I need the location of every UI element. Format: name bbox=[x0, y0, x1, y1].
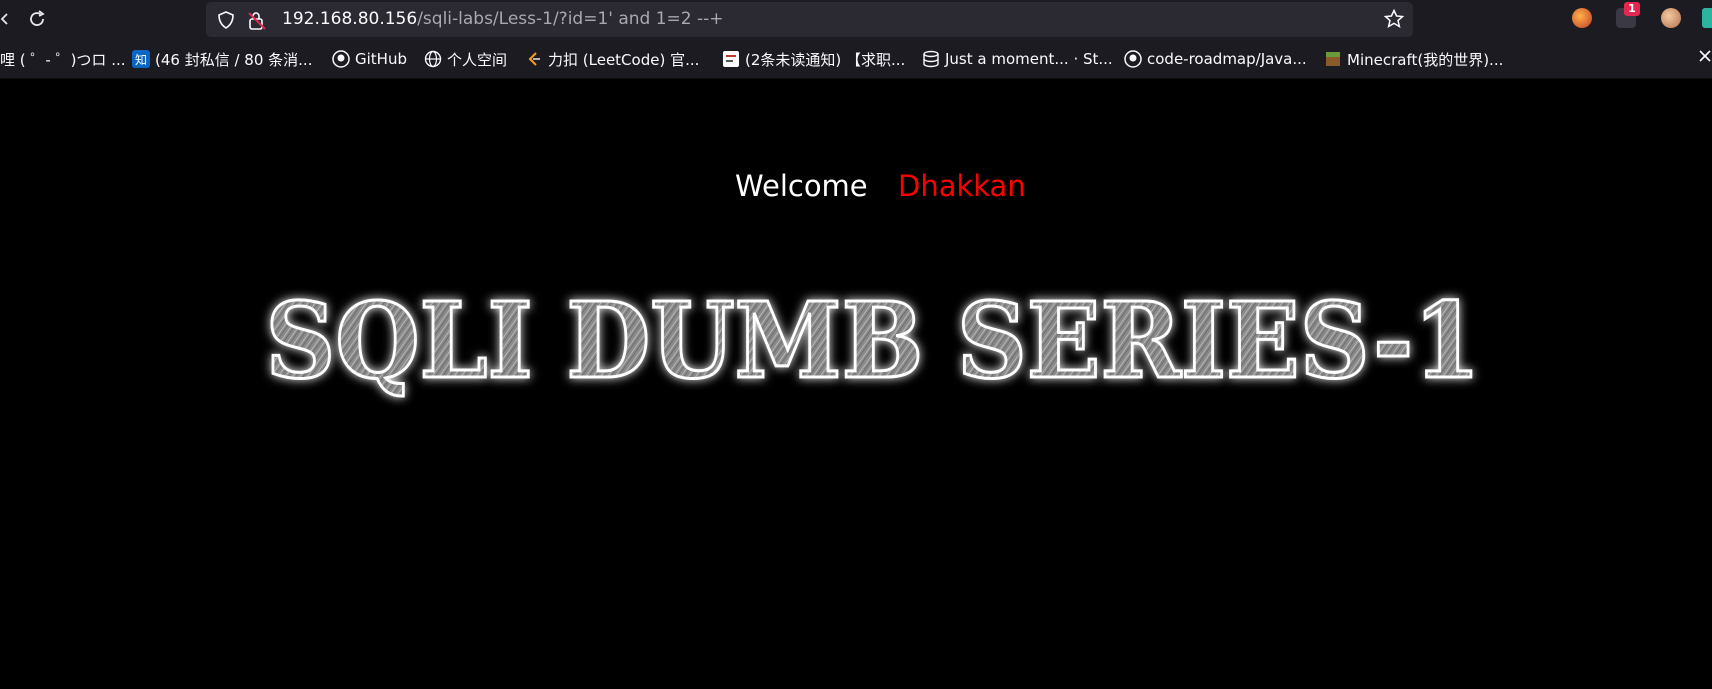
welcome-label: Welcome bbox=[735, 169, 868, 203]
back-icon[interactable] bbox=[0, 6, 18, 32]
bookmark-item-zhihu[interactable]: 知 (46 封私信 / 80 条消... bbox=[132, 48, 312, 70]
bookmark-label: 个人空间 bbox=[447, 50, 508, 69]
leetcode-icon bbox=[525, 50, 543, 68]
tracking-shield-icon[interactable] bbox=[216, 10, 236, 30]
extension-badge: 1 bbox=[1624, 2, 1640, 16]
extension-icon-3[interactable] bbox=[1702, 8, 1712, 28]
bookmark-label: Minecraft(我的世界)... bbox=[1347, 50, 1504, 69]
minecraft-icon bbox=[1324, 50, 1342, 68]
bookmark-item-bilibili[interactable]: 哩 ( ゜- ゜)つロ ... bbox=[0, 48, 126, 70]
note-icon bbox=[722, 50, 740, 68]
bookmark-label: (2条未读通知) 【求职... bbox=[745, 50, 906, 69]
bookmark-label: 哩 ( ゜- ゜)つロ ... bbox=[0, 50, 126, 69]
page-content: Welcome Dhakkan SQLI DUMB SERIES-1 bbox=[0, 79, 1712, 689]
reload-icon[interactable] bbox=[24, 6, 50, 32]
bookmark-item-github[interactable]: GitHub bbox=[332, 48, 407, 70]
bookmark-item-minecraft[interactable]: Minecraft(我的世界)... bbox=[1324, 48, 1503, 70]
zhihu-icon: 知 bbox=[132, 50, 150, 68]
insecure-lock-icon[interactable] bbox=[246, 10, 266, 30]
bookmark-star-icon[interactable] bbox=[1383, 8, 1405, 30]
bookmark-item-personal-space[interactable]: 个人空间 bbox=[424, 48, 507, 70]
bookmark-item-notifications[interactable]: (2条未读通知) 【求职... bbox=[722, 48, 905, 70]
bookmark-label: (46 封私信 / 80 条消... bbox=[155, 50, 313, 69]
svg-text:知: 知 bbox=[135, 53, 147, 67]
bookmarks-overflow-icon[interactable] bbox=[1698, 46, 1712, 70]
url-text[interactable]: 192.168.80.156/sqli-labs/Less-1/?id=1' a… bbox=[282, 8, 724, 30]
bookmark-item-code-roadmap[interactable]: code-roadmap/Java... bbox=[1124, 48, 1307, 70]
bookmark-label: GitHub bbox=[355, 50, 407, 68]
bookmarks-bar: 哩 ( ゜- ゜)つロ ... 知 (46 封私信 / 80 条消... Git… bbox=[0, 38, 1712, 79]
bookmark-item-leetcode[interactable]: 力扣 (LeetCode) 官... bbox=[525, 48, 699, 70]
banner-text: SQLI DUMB SERIES-1 bbox=[266, 279, 1481, 402]
profile-avatar-icon[interactable] bbox=[1661, 8, 1681, 28]
bookmark-label: Just a moment... · St... bbox=[945, 50, 1113, 68]
browser-toolbar: 192.168.80.156/sqli-labs/Less-1/?id=1' a… bbox=[0, 0, 1712, 38]
github-icon bbox=[332, 50, 350, 68]
github-icon bbox=[1124, 50, 1142, 68]
stack-icon bbox=[922, 50, 940, 68]
bookmark-label: code-roadmap/Java... bbox=[1147, 50, 1307, 68]
welcome-username: Dhakkan bbox=[898, 169, 1026, 203]
url-host: 192.168.80.156 bbox=[282, 9, 418, 29]
url-bar[interactable]: 192.168.80.156/sqli-labs/Less-1/?id=1' a… bbox=[206, 2, 1413, 37]
globe-icon bbox=[424, 50, 442, 68]
bookmark-item-just-a-moment[interactable]: Just a moment... · St... bbox=[922, 48, 1113, 70]
sqli-dumb-series-banner: SQLI DUMB SERIES-1 bbox=[264, 279, 1482, 404]
url-path: /sqli-labs/Less-1/?id=1' and 1=2 --+ bbox=[417, 9, 724, 29]
bookmark-label: 力扣 (LeetCode) 官... bbox=[548, 50, 700, 69]
extension-icon-1[interactable] bbox=[1572, 8, 1592, 28]
